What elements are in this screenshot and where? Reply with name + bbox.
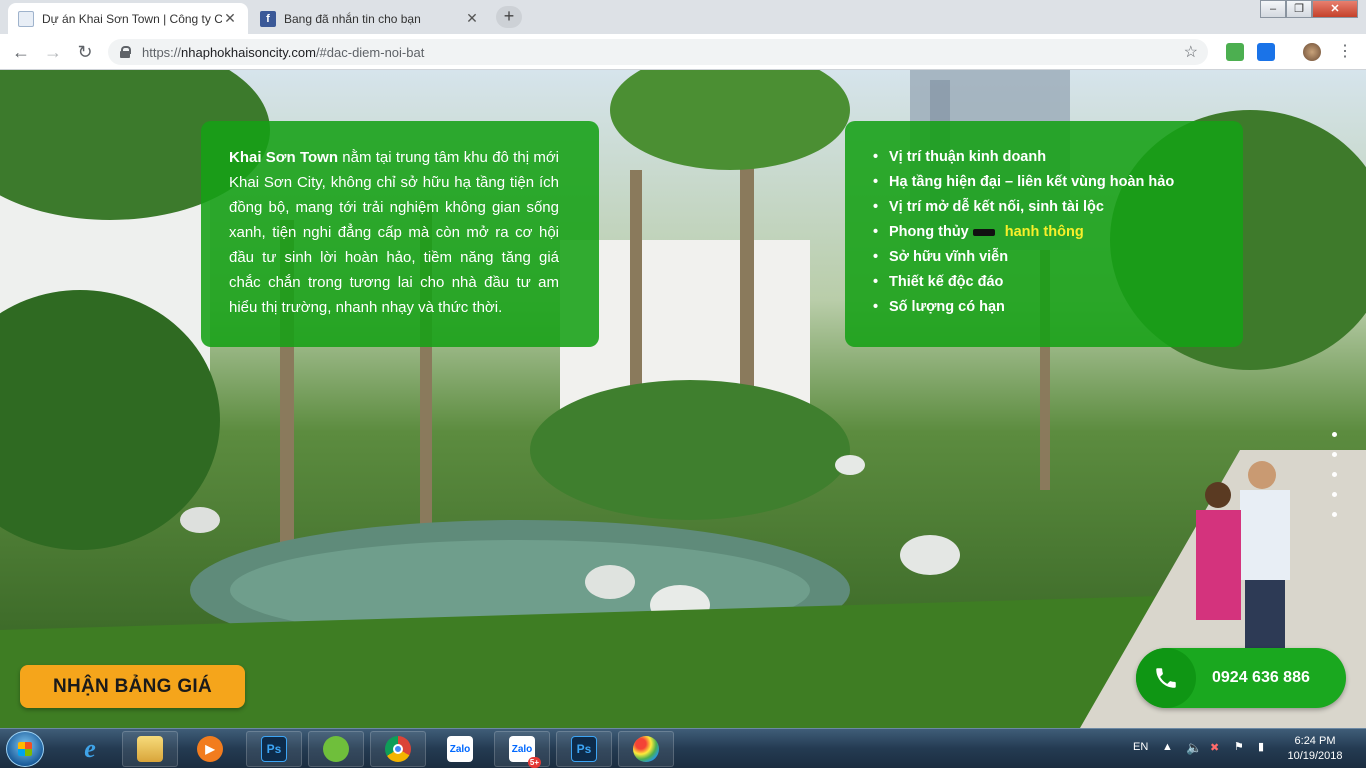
taskbar-coccoc[interactable] bbox=[308, 731, 364, 767]
notification-badge: 5+ bbox=[527, 757, 541, 768]
reload-icon[interactable]: ↻ bbox=[74, 41, 96, 63]
translate-extension-icon[interactable] bbox=[1257, 43, 1275, 61]
clock-date: 10/19/2018 bbox=[1287, 750, 1343, 762]
feature-label: Phong thủy bbox=[889, 224, 969, 240]
intro-brand: Khai Sơn Town bbox=[229, 149, 338, 166]
taskbar-zalo[interactable]: Zalo bbox=[432, 731, 488, 767]
photoshop-icon: Ps bbox=[261, 736, 287, 762]
taskbar-chrome[interactable] bbox=[370, 731, 426, 767]
taskbar-media-player[interactable]: ▶ bbox=[182, 731, 238, 767]
forward-icon[interactable]: → bbox=[42, 41, 64, 63]
phone-icon bbox=[1136, 648, 1196, 708]
intro-text: nằm tại trung tâm khu đô thị mới Khai Sơ… bbox=[229, 149, 559, 316]
signal-icon[interactable]: ▮ bbox=[1258, 740, 1264, 768]
ie-icon[interactable]: e bbox=[62, 731, 118, 767]
feature-item: Hạ tầng hiện đại – liên kết vùng hoàn hả… bbox=[869, 170, 1223, 195]
tab-facebook[interactable]: f Bang đã nhắn tin cho bạn ✕ bbox=[250, 3, 490, 34]
paint-icon bbox=[633, 736, 659, 762]
taskbar-folder[interactable] bbox=[122, 731, 178, 767]
feature-highlight: hanh thông bbox=[1004, 224, 1084, 240]
address-bar[interactable]: https:// nhaphokhaisoncity.com /#dac-die… bbox=[108, 39, 1208, 65]
hotline-number: 0924 636 886 bbox=[1212, 669, 1310, 686]
minimize-button[interactable]: – bbox=[1260, 0, 1286, 18]
section-dot[interactable] bbox=[1332, 492, 1337, 497]
volume-icon[interactable]: 🔈 bbox=[1186, 740, 1202, 768]
system-clock[interactable]: 6:24 PM 10/19/2018 bbox=[1280, 734, 1350, 764]
start-button[interactable] bbox=[6, 731, 44, 767]
section-dot[interactable] bbox=[1332, 452, 1337, 457]
hotline-button[interactable]: 0924 636 886 bbox=[1136, 648, 1346, 708]
language-indicator[interactable]: EN bbox=[1133, 741, 1148, 768]
browser-toolbar: ← → ↻ https:// nhaphokhaisoncity.com /#d… bbox=[0, 34, 1366, 70]
intro-box: Khai Sơn Town nằm tại trung tâm khu đô t… bbox=[201, 121, 599, 347]
close-icon[interactable]: ✕ bbox=[464, 10, 480, 27]
zalo-label: Zalo bbox=[511, 743, 533, 755]
facebook-icon: f bbox=[260, 10, 276, 27]
section-dot[interactable] bbox=[1332, 432, 1337, 437]
url-domain: nhaphokhaisoncity.com bbox=[181, 44, 316, 60]
tab-title: Bang đã nhắn tin cho bạn bbox=[284, 11, 421, 26]
feature-item-phong-thuy: Phong thủy hanh thông bbox=[869, 220, 1223, 245]
coccoc-icon bbox=[323, 736, 349, 762]
maximize-button[interactable]: ❐ bbox=[1286, 0, 1312, 18]
intro-paragraph: Khai Sơn Town nằm tại trung tâm khu đô t… bbox=[229, 145, 559, 320]
document-icon bbox=[18, 10, 34, 27]
feature-item: Vị trí thuận kinh doanh bbox=[869, 145, 1223, 170]
taskbar-paint[interactable] bbox=[618, 731, 674, 767]
bookmark-star-icon[interactable]: ☆ bbox=[1184, 42, 1198, 62]
close-icon[interactable]: ✕ bbox=[222, 10, 238, 27]
section-nav-dots bbox=[1332, 432, 1340, 532]
media-player-icon: ▶ bbox=[197, 736, 223, 762]
new-tab-button[interactable]: + bbox=[496, 6, 522, 28]
feature-item: Số lượng có hạn bbox=[869, 295, 1223, 320]
menu-dots-icon[interactable]: ⋮ bbox=[1334, 41, 1356, 63]
window-controls: – ❐ ✕ bbox=[1260, 0, 1358, 20]
zalo-icon: Zalo bbox=[447, 736, 473, 762]
taskbar-zalo-badge[interactable]: Zalo 5+ bbox=[494, 731, 550, 768]
features-list: Vị trí thuận kinh doanh Hạ tầng hiện đại… bbox=[869, 145, 1223, 320]
zalo-badge-icon: Zalo 5+ bbox=[509, 736, 541, 768]
redaction-mark bbox=[972, 228, 995, 236]
get-price-button[interactable]: NHẬN BẢNG GIÁ bbox=[20, 665, 245, 708]
tab-title: Dự án Khai Sơn Town | Công ty C bbox=[42, 11, 222, 26]
clock-time: 6:24 PM bbox=[1294, 735, 1336, 747]
window-close-button[interactable]: ✕ bbox=[1312, 0, 1358, 18]
network-icon[interactable]: ✖ bbox=[1210, 741, 1219, 768]
action-center-icon[interactable]: ⚑ bbox=[1234, 740, 1244, 768]
taskbar: e ▶ Ps Zalo Zalo 5+ Ps EN ▲ 🔈 ✖ ⚑ ▮ 6:24… bbox=[0, 728, 1366, 768]
section-dot[interactable] bbox=[1332, 512, 1337, 517]
show-hidden-icons[interactable]: ▲ bbox=[1162, 741, 1173, 768]
taskbar-photoshop[interactable]: Ps bbox=[246, 731, 302, 767]
feature-item: Sở hữu vĩnh viễn bbox=[869, 245, 1223, 270]
lock-icon bbox=[120, 46, 131, 58]
features-box: Vị trí thuận kinh doanh Hạ tầng hiện đại… bbox=[845, 121, 1243, 347]
feature-item: Vị trí mở dễ kết nối, sinh tài lộc bbox=[869, 195, 1223, 220]
chrome-icon bbox=[385, 736, 411, 762]
tab-khai-son-town[interactable]: Dự án Khai Sơn Town | Công ty C ✕ bbox=[8, 3, 248, 34]
feature-item: Thiết kế độc đáo bbox=[869, 270, 1223, 295]
back-icon[interactable]: ← bbox=[10, 41, 32, 63]
folder-icon bbox=[137, 736, 163, 762]
taskbar-photoshop-2[interactable]: Ps bbox=[556, 731, 612, 767]
page-viewport: Khai Sơn Town nằm tại trung tâm khu đô t… bbox=[0, 70, 1366, 728]
url-prefix: https:// bbox=[142, 44, 182, 60]
profile-avatar[interactable] bbox=[1303, 43, 1321, 61]
url-path: /#dac-diem-noi-bat bbox=[315, 44, 425, 60]
section-dot[interactable] bbox=[1332, 472, 1337, 477]
tab-strip: Dự án Khai Sơn Town | Công ty C ✕ f Bang… bbox=[0, 0, 1366, 34]
photoshop-icon-2: Ps bbox=[571, 736, 597, 762]
extension-icon[interactable] bbox=[1226, 43, 1244, 61]
